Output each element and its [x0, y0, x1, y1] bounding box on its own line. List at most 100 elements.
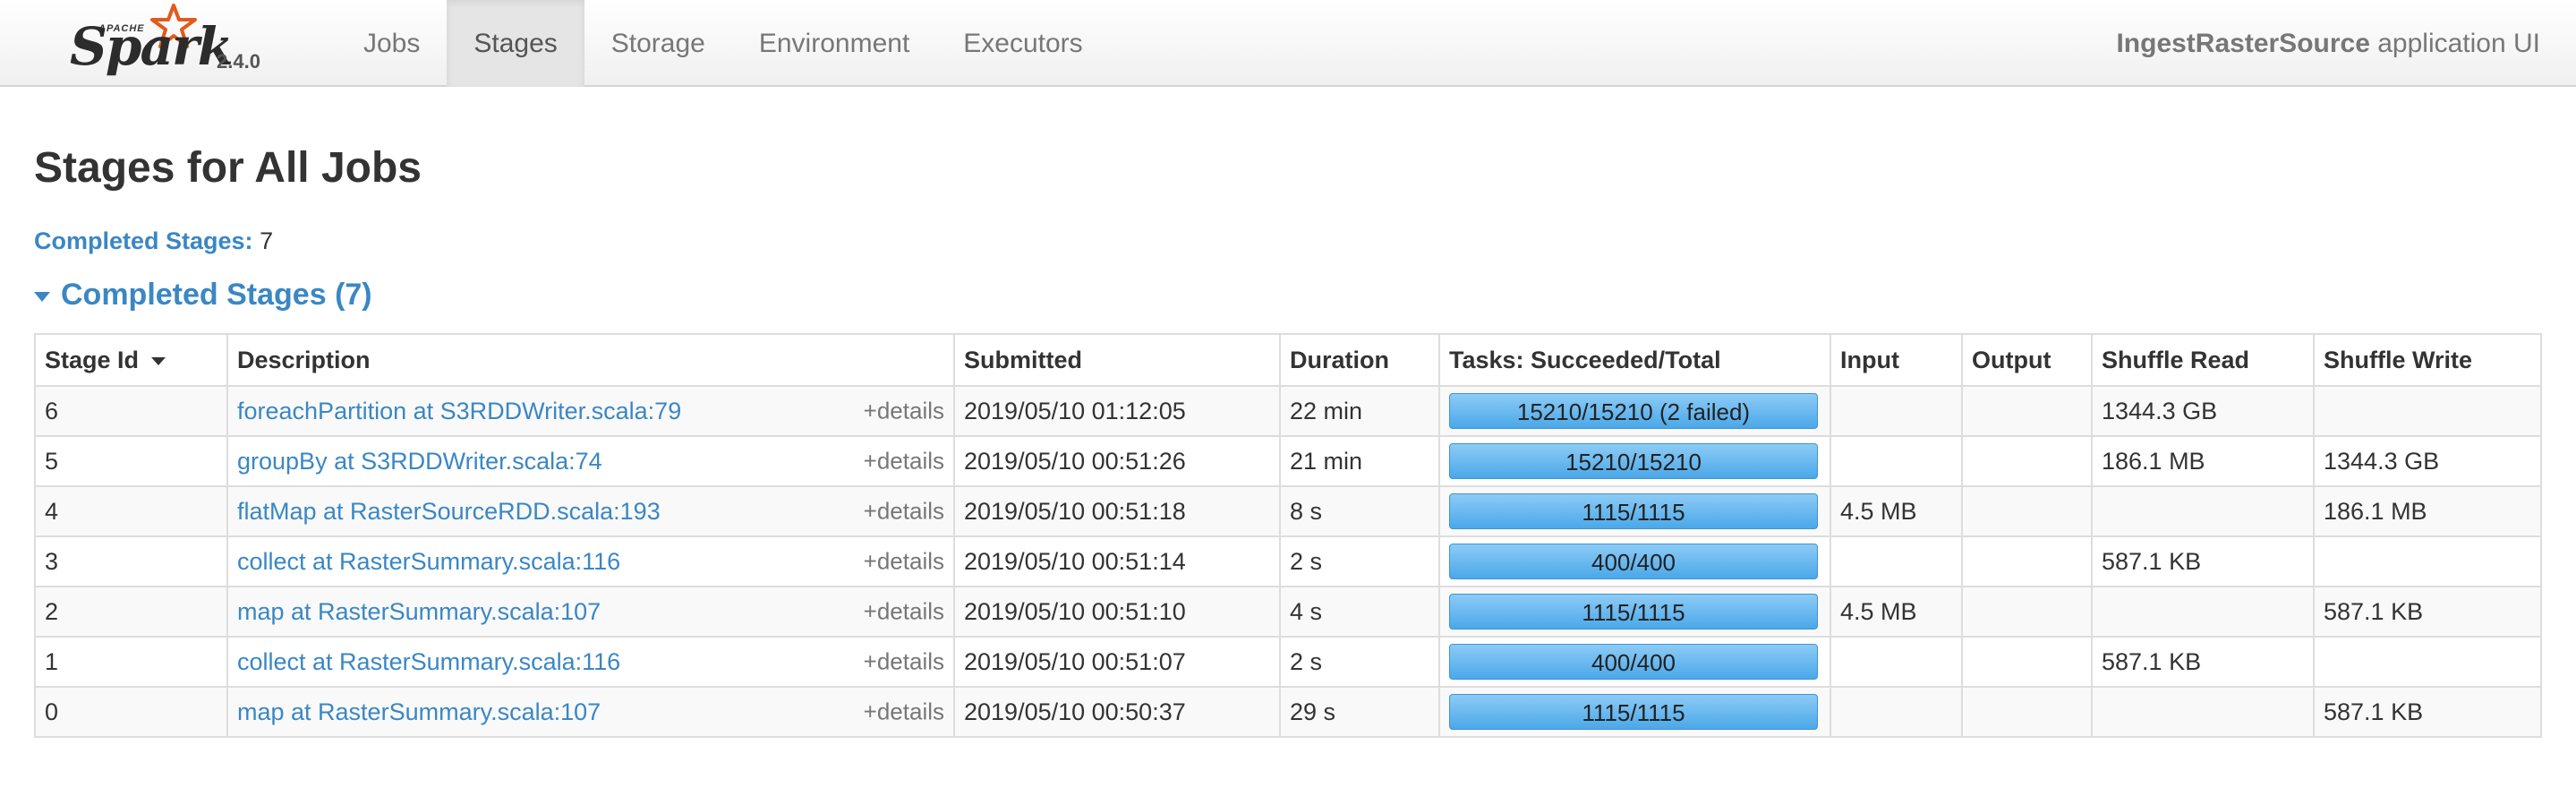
- sort-desc-icon: [151, 356, 166, 365]
- tab-executors[interactable]: Executors: [936, 0, 1109, 87]
- header-submitted[interactable]: Submitted: [953, 333, 1281, 387]
- tasks-progress-label: 1115/1115: [1582, 699, 1685, 726]
- details-toggle[interactable]: +details: [864, 698, 944, 726]
- cell-stage-id: 0: [34, 686, 228, 738]
- header-shuffle-write[interactable]: Shuffle Write: [2313, 333, 2542, 387]
- completed-stages-summary: Completed Stages: 7: [34, 227, 273, 255]
- cell-stage-id: 4: [34, 485, 228, 537]
- cell-description: map at RasterSummary.scala:107 +details: [226, 686, 955, 738]
- cell-shuffle-read: [2091, 485, 2315, 537]
- table-row: 4 flatMap at RasterSourceRDD.scala:193 +de…: [34, 485, 2542, 537]
- tab-environment[interactable]: Environment: [732, 0, 936, 87]
- cell-stage-id: 1: [34, 636, 228, 688]
- tab-stages[interactable]: Stages: [447, 0, 584, 87]
- cell-shuffle-read: 186.1 MB: [2091, 435, 2315, 487]
- table-row: 1 collect at RasterSummary.scala:116 +deta…: [34, 636, 2542, 688]
- table-row: 2 map at RasterSummary.scala:107 +details 2…: [34, 586, 2542, 638]
- cell-shuffle-write: [2313, 385, 2542, 437]
- cell-input: [1830, 636, 1963, 688]
- cell-submitted: 2019/05/10 00:50:37: [953, 686, 1281, 738]
- cell-tasks: 15210/15210: [1438, 435, 1831, 487]
- cell-description: collect at RasterSummary.scala:116 +detai…: [226, 636, 955, 688]
- cell-input: 4.5 MB: [1830, 485, 1963, 537]
- tasks-progress-bar: 15210/15210 (2 failed): [1449, 393, 1818, 429]
- table-row: 6 foreachPartition at S3RDDWriter.scala:7…: [34, 385, 2542, 437]
- cell-input: [1830, 435, 1963, 487]
- stage-description-link[interactable]: foreachPartition at S3RDDWriter.scala:79: [237, 398, 681, 424]
- header-shuffle-read[interactable]: Shuffle Read: [2091, 333, 2315, 387]
- stage-description-link[interactable]: collect at RasterSummary.scala:116: [237, 648, 620, 675]
- header-output[interactable]: Output: [1961, 333, 2093, 387]
- cell-shuffle-read: 587.1 KB: [2091, 636, 2315, 688]
- cell-output: [1961, 636, 2093, 688]
- app-title: IngestRasterSource application UI: [2116, 0, 2540, 87]
- cell-input: [1830, 686, 1963, 738]
- cell-tasks: 1115/1115: [1438, 586, 1831, 638]
- header-input[interactable]: Input: [1830, 333, 1963, 387]
- tasks-progress-bar: 1115/1115: [1449, 694, 1818, 730]
- details-toggle[interactable]: +details: [864, 398, 944, 425]
- cell-output: [1961, 686, 2093, 738]
- table-row: 3 collect at RasterSummary.scala:116 +deta…: [34, 535, 2542, 587]
- cell-shuffle-read: 1344.3 GB: [2091, 385, 2315, 437]
- top-navbar: APACHE Spark 2.4.0 Jobs Stages Storage E…: [0, 0, 2576, 87]
- header-duration[interactable]: Duration: [1279, 333, 1440, 387]
- cell-shuffle-write: [2313, 636, 2542, 688]
- cell-description: collect at RasterSummary.scala:116 +detai…: [226, 535, 955, 587]
- cell-shuffle-read: [2091, 686, 2315, 738]
- cell-duration: 4 s: [1279, 586, 1440, 638]
- cell-shuffle-write: 587.1 KB: [2313, 686, 2542, 738]
- details-toggle[interactable]: +details: [864, 548, 944, 576]
- cell-duration: 29 s: [1279, 686, 1440, 738]
- cell-stage-id: 2: [34, 586, 228, 638]
- tasks-progress-bar: 400/400: [1449, 544, 1818, 579]
- stage-description-link[interactable]: map at RasterSummary.scala:107: [237, 598, 601, 625]
- app-suffix: application UI: [2369, 29, 2540, 58]
- header-stage-id[interactable]: Stage Id: [34, 333, 228, 387]
- cell-output: [1961, 535, 2093, 587]
- tasks-progress-label: 15210/15210: [1565, 449, 1702, 475]
- tasks-progress-label: 1115/1115: [1582, 499, 1685, 526]
- cell-description: foreachPartition at S3RDDWriter.scala:79…: [226, 385, 955, 437]
- tab-jobs[interactable]: Jobs: [337, 0, 447, 87]
- spark-logo[interactable]: APACHE Spark 2.4.0: [64, 4, 279, 82]
- details-toggle[interactable]: +details: [864, 648, 944, 676]
- cell-input: [1830, 385, 1963, 437]
- cell-submitted: 2019/05/10 00:51:26: [953, 435, 1281, 487]
- tasks-progress-label: 400/400: [1591, 649, 1676, 676]
- cell-submitted: 2019/05/10 00:51:14: [953, 535, 1281, 587]
- table-row: 5 groupBy at S3RDDWriter.scala:74 +details…: [34, 435, 2542, 487]
- cell-tasks: 1115/1115: [1438, 485, 1831, 537]
- tab-storage[interactable]: Storage: [584, 0, 732, 87]
- stage-description-link[interactable]: collect at RasterSummary.scala:116: [237, 548, 620, 575]
- details-toggle[interactable]: +details: [864, 498, 944, 526]
- stage-description-link[interactable]: groupBy at S3RDDWriter.scala:74: [237, 448, 602, 475]
- table-row: 0 map at RasterSummary.scala:107 +details 2…: [34, 686, 2542, 738]
- tasks-progress-bar: 15210/15210: [1449, 443, 1818, 479]
- cell-output: [1961, 586, 2093, 638]
- stage-description-link[interactable]: flatMap at RasterSourceRDD.scala:193: [237, 498, 661, 525]
- page-title: Stages for All Jobs: [34, 144, 422, 192]
- cell-shuffle-write: 186.1 MB: [2313, 485, 2542, 537]
- cell-stage-id: 5: [34, 435, 228, 487]
- tasks-progress-label: 15210/15210 (2 failed): [1516, 398, 1751, 425]
- stage-description-link[interactable]: map at RasterSummary.scala:107: [237, 698, 601, 725]
- cell-output: [1961, 385, 2093, 437]
- cell-submitted: 2019/05/10 00:51:10: [953, 586, 1281, 638]
- completed-stages-link[interactable]: Completed Stages:: [34, 227, 253, 254]
- logo-spark-text: Spark: [70, 16, 234, 77]
- header-description[interactable]: Description: [226, 333, 955, 387]
- spark-version: 2.4.0: [217, 50, 260, 73]
- details-toggle[interactable]: +details: [864, 448, 944, 475]
- completed-stages-toggle[interactable]: Completed Stages (7): [34, 278, 372, 313]
- cell-shuffle-write: 1344.3 GB: [2313, 435, 2542, 487]
- cell-output: [1961, 485, 2093, 537]
- details-toggle[interactable]: +details: [864, 598, 944, 626]
- cell-submitted: 2019/05/10 00:51:07: [953, 636, 1281, 688]
- cell-duration: 21 min: [1279, 435, 1440, 487]
- section-title: Completed Stages (7): [61, 278, 372, 312]
- header-tasks[interactable]: Tasks: Succeeded/Total: [1438, 333, 1831, 387]
- tasks-progress-label: 400/400: [1591, 549, 1676, 576]
- cell-stage-id: 6: [34, 385, 228, 437]
- tasks-progress-bar: 1115/1115: [1449, 493, 1818, 529]
